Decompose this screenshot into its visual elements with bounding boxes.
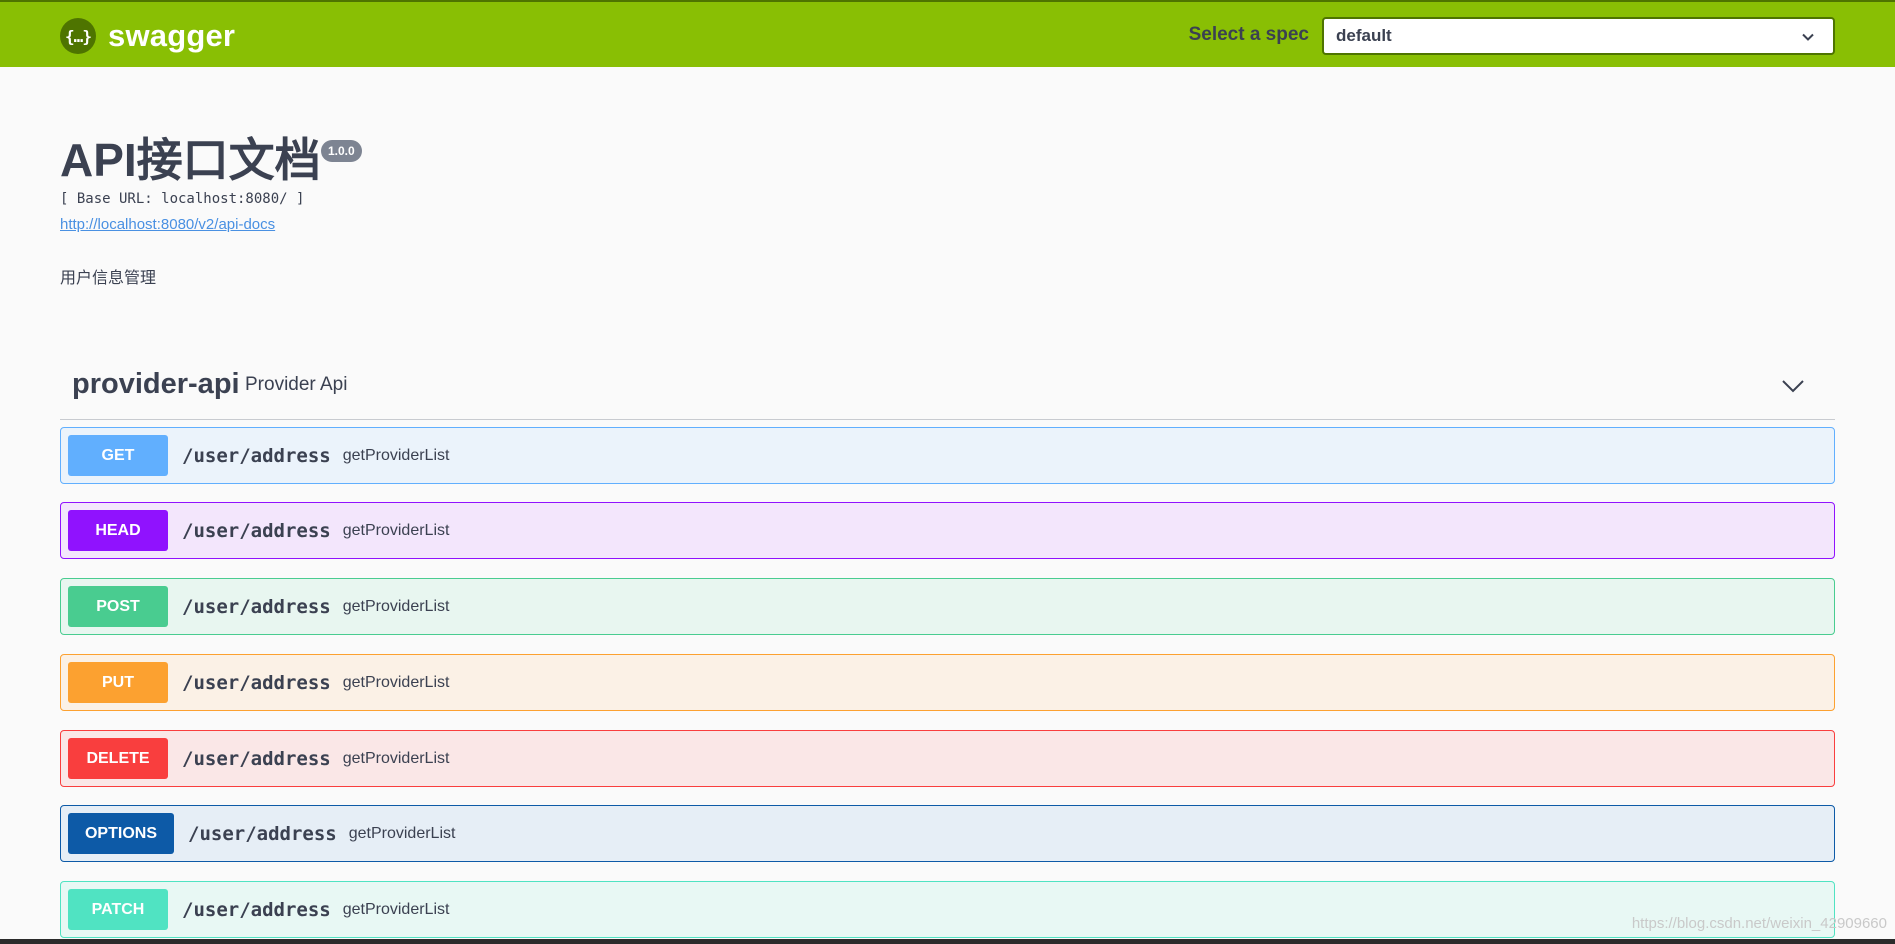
method-badge: OPTIONS	[68, 813, 174, 854]
operation-summary: getProviderList	[342, 900, 450, 918]
method-badge: GET	[68, 435, 168, 476]
operation-path: /user/address	[182, 595, 331, 618]
operation-patch[interactable]: PATCH /user/address getProviderList	[60, 881, 1835, 938]
operation-path: /user/address	[182, 519, 331, 542]
operation-get[interactable]: GET /user/address getProviderList	[60, 427, 1835, 484]
swagger-logo[interactable]: {…} swagger	[60, 18, 235, 54]
method-badge: PATCH	[68, 889, 168, 930]
chevron-down-icon[interactable]	[1781, 374, 1805, 398]
bottom-bar	[0, 939, 1895, 944]
operation-path: /user/address	[182, 444, 331, 467]
api-docs-link[interactable]: http://localhost:8080/v2/api-docs	[60, 216, 275, 233]
operation-path: /user/address	[182, 747, 331, 770]
operation-summary: getProviderList	[342, 446, 450, 464]
watermark: https://blog.csdn.net/weixin_42909660	[1631, 915, 1887, 932]
api-description: 用户信息管理	[60, 268, 157, 287]
method-badge: PUT	[68, 662, 168, 703]
version-badge: 1.0.0	[321, 140, 362, 162]
operation-summary: getProviderList	[342, 673, 450, 691]
base-url: [ Base URL: localhost:8080/ ]	[60, 191, 305, 207]
tag-name: provider-api	[72, 368, 240, 400]
operation-summary: getProviderList	[348, 824, 456, 842]
method-badge: POST	[68, 586, 168, 627]
operation-summary: getProviderList	[342, 521, 450, 539]
operation-options[interactable]: OPTIONS /user/address getProviderList	[60, 805, 1835, 862]
tag-description: Provider Api	[245, 374, 348, 395]
spec-selected-value: default	[1336, 26, 1392, 45]
spec-select[interactable]: default	[1322, 17, 1835, 55]
method-badge: DELETE	[68, 738, 168, 779]
topbar: {…} swagger Select a spec default	[0, 0, 1895, 67]
operation-summary: getProviderList	[342, 749, 450, 767]
operation-post[interactable]: POST /user/address getProviderList	[60, 578, 1835, 635]
page-title: API接口文档	[60, 134, 321, 186]
method-badge: HEAD	[68, 510, 168, 551]
spec-label: Select a spec	[1188, 24, 1309, 45]
operation-delete[interactable]: DELETE /user/address getProviderList	[60, 730, 1835, 787]
tag-header-provider-api[interactable]: provider-api Provider Api	[60, 352, 1835, 420]
operation-head[interactable]: HEAD /user/address getProviderList	[60, 502, 1835, 559]
operation-put[interactable]: PUT /user/address getProviderList	[60, 654, 1835, 711]
operation-path: /user/address	[182, 898, 331, 921]
logo-text: swagger	[108, 18, 236, 53]
operation-path: /user/address	[182, 671, 331, 694]
swagger-logo-icon: {…}	[60, 18, 96, 54]
operation-path: /user/address	[188, 822, 337, 845]
chevron-down-icon	[1802, 33, 1814, 41]
operation-summary: getProviderList	[342, 597, 450, 615]
